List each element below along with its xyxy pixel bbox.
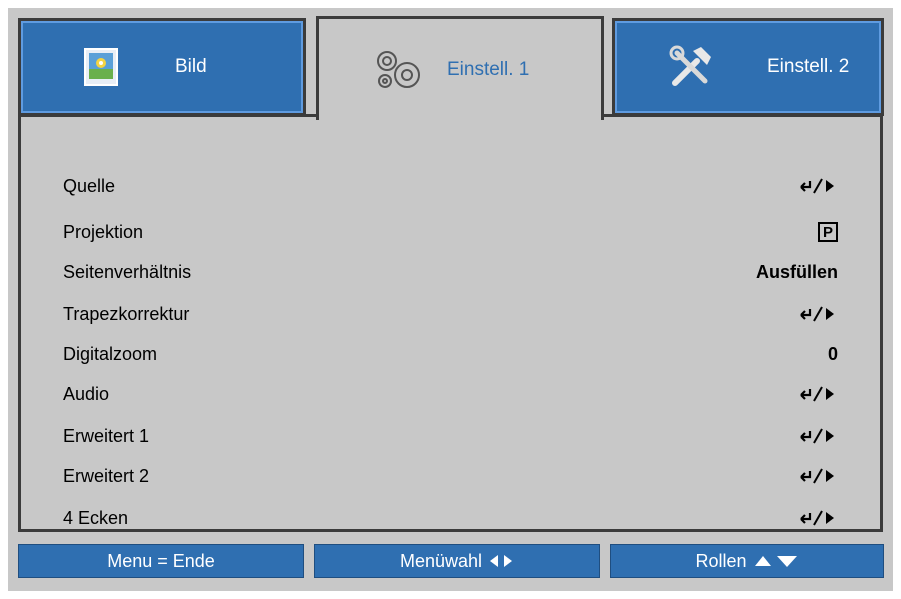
enter-arrow-icon: [798, 385, 838, 403]
menu-item-label: Erweitert 1: [63, 425, 150, 446]
enter-arrow-icon: [798, 509, 838, 527]
menu-item-digitalzoom[interactable]: Digitalzoom 0: [63, 337, 838, 371]
tab-bild[interactable]: Bild: [18, 18, 306, 116]
menu-item-4-ecken[interactable]: 4 Ecken: [63, 501, 838, 535]
tab-einstell-2[interactable]: Einstell. 2: [612, 18, 884, 116]
menu-item-label: Projektion: [63, 221, 144, 242]
footer-select[interactable]: Menüwahl: [314, 544, 600, 578]
footer-scroll-label: Rollen: [695, 550, 747, 571]
enter-arrow-icon: [798, 305, 838, 323]
picture-icon: [83, 47, 119, 87]
tab-einstell-1-label: Einstell. 1: [447, 58, 530, 80]
projection-icon: P: [818, 222, 838, 242]
menu-item-projektion[interactable]: Projektion P: [63, 215, 838, 249]
gears-icon: [371, 45, 425, 95]
menu-item-label: Quelle: [63, 175, 116, 196]
footer-scroll[interactable]: Rollen: [610, 544, 884, 578]
left-right-arrows-icon: [488, 553, 514, 569]
menu-item-label: Digitalzoom: [63, 343, 158, 364]
up-down-arrows-icon: [753, 553, 799, 569]
tools-icon: [667, 43, 715, 91]
enter-arrow-icon: [798, 177, 838, 195]
tab-einstell-1[interactable]: Einstell. 1: [316, 16, 604, 120]
menu-item-label: Seitenverhältnis: [63, 261, 192, 282]
menu-item-erweitert-2[interactable]: Erweitert 2: [63, 459, 838, 493]
menu-item-value: Ausfüllen: [755, 261, 838, 282]
menu-item-trapezkorrektur[interactable]: Trapezkorrektur: [63, 297, 838, 331]
enter-arrow-icon: [798, 427, 838, 445]
menu-item-seitenverhaeltnis[interactable]: Seitenverhältnis Ausfüllen: [63, 255, 838, 289]
footer-exit-label: Menu = Ende: [107, 550, 215, 571]
footer-exit[interactable]: Menu = Ende: [18, 544, 304, 578]
menu-item-label: Erweitert 2: [63, 465, 150, 486]
footer-select-label: Menüwahl: [399, 550, 483, 571]
settings-panel: Quelle Projektion P Seitenverhältnis Aus…: [18, 114, 883, 532]
menu-item-label: Audio: [63, 383, 110, 404]
menu-item-audio[interactable]: Audio: [63, 377, 838, 411]
menu-item-label: Trapezkorrektur: [63, 303, 190, 324]
menu-item-quelle[interactable]: Quelle: [63, 169, 838, 203]
menu-item-value: 0: [827, 343, 838, 364]
enter-arrow-icon: [798, 467, 838, 485]
tab-einstell-2-label: Einstell. 2: [767, 56, 850, 77]
tab-bild-label: Bild: [175, 56, 207, 77]
menu-item-label: 4 Ecken: [63, 507, 129, 528]
menu-item-erweitert-1[interactable]: Erweitert 1: [63, 419, 838, 453]
